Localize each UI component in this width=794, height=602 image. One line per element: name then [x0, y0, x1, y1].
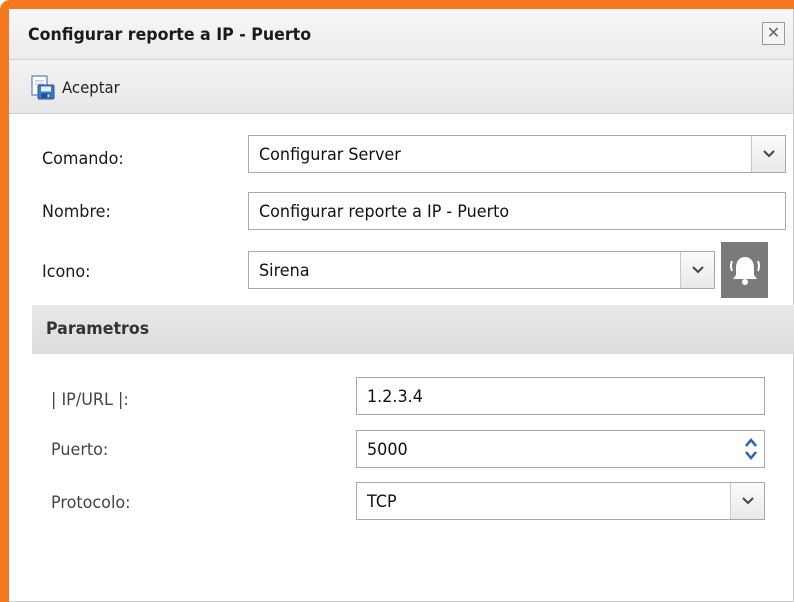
- comando-dropdown-button[interactable]: [751, 136, 785, 172]
- bell-icon: [729, 257, 760, 285]
- save-document-icon: [31, 74, 55, 99]
- nombre-input[interactable]: Configurar reporte a IP - Puerto: [248, 192, 786, 230]
- parametros-title: Parametros: [46, 319, 150, 339]
- nombre-value: Configurar reporte a IP - Puerto: [259, 202, 510, 222]
- ip-url-input[interactable]: 1.2.3.4: [356, 377, 765, 415]
- arrow-up-icon[interactable]: [744, 437, 758, 449]
- toolbar: Aceptar: [9, 60, 793, 114]
- comando-value: Configurar Server: [259, 145, 401, 165]
- protocolo-label: Protocolo:: [51, 493, 131, 513]
- dialog-titlebar[interactable]: Configurar reporte a IP - Puerto ✕: [9, 9, 793, 60]
- chevron-down-icon: [741, 497, 754, 505]
- arrow-down-icon[interactable]: [744, 449, 758, 461]
- comando-label: Comando:: [42, 149, 124, 169]
- icono-label: Icono:: [42, 262, 91, 282]
- close-button[interactable]: ✕: [762, 22, 785, 45]
- protocolo-select[interactable]: TCP: [356, 482, 765, 520]
- puerto-input[interactable]: 5000: [356, 430, 765, 468]
- icono-select[interactable]: Sirena: [248, 251, 715, 289]
- dialog-window: Configurar reporte a IP - Puerto ✕ Acept…: [9, 9, 794, 602]
- chevron-down-icon: [691, 266, 704, 274]
- protocolo-value: TCP: [367, 492, 397, 512]
- chevron-down-icon: [762, 150, 775, 158]
- icono-value: Sirena: [259, 261, 310, 281]
- nombre-label: Nombre:: [42, 202, 111, 222]
- puerto-value: 5000: [367, 440, 408, 460]
- icono-dropdown-button[interactable]: [680, 252, 714, 288]
- ip-url-label: | IP/URL |:: [51, 390, 129, 410]
- ip-url-value: 1.2.3.4: [367, 387, 423, 407]
- parametros-section-header: Parametros: [32, 305, 794, 354]
- comando-select[interactable]: Configurar Server: [248, 135, 786, 173]
- accept-button[interactable]: Aceptar: [29, 73, 124, 101]
- puerto-spinner[interactable]: [738, 431, 764, 467]
- dialog-title: Configurar reporte a IP - Puerto: [28, 25, 312, 45]
- protocolo-dropdown-button[interactable]: [730, 483, 764, 519]
- icon-preview-button[interactable]: [721, 242, 768, 298]
- close-icon: ✕: [766, 23, 781, 42]
- accept-label: Aceptar: [62, 77, 120, 97]
- puerto-label: Puerto:: [51, 440, 109, 460]
